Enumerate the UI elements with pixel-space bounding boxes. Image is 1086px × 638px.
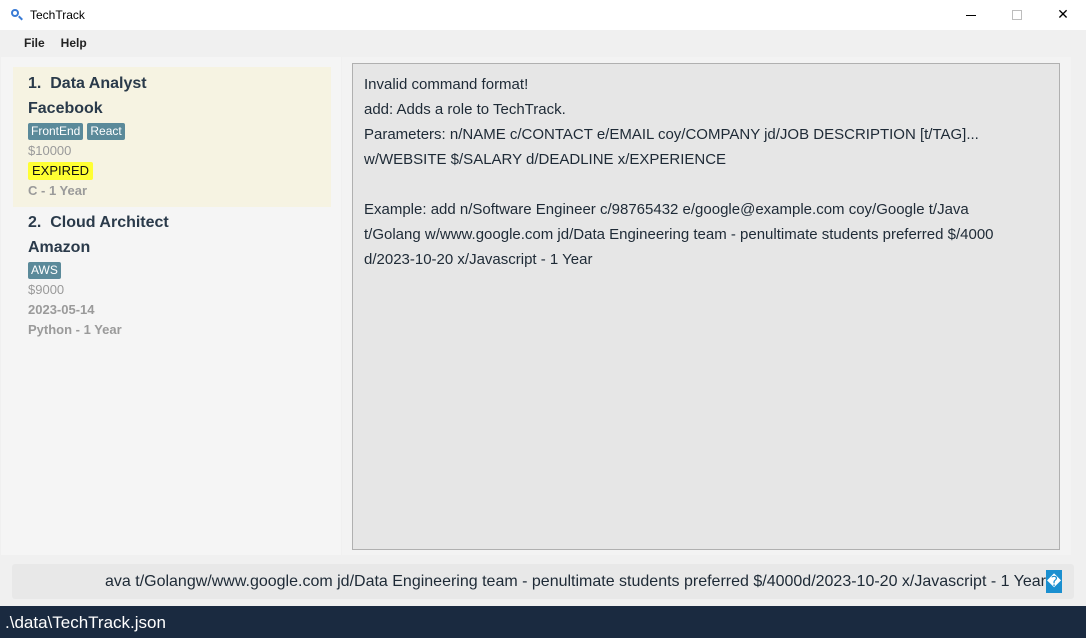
command-input[interactable]: ava t/Golangw/www.google.com jd/Data Eng… (12, 564, 1074, 599)
role-card[interactable]: 2. Cloud Architect Amazon AWS $9000 2023… (13, 206, 331, 346)
result-line: w/WEBSITE $/SALARY d/DEADLINE x/EXPERIEN… (364, 151, 727, 168)
role-company: Amazon (28, 239, 91, 256)
tag-label: React (87, 122, 125, 140)
result-line (364, 172, 1048, 197)
role-salary: $10000 (28, 143, 72, 158)
close-icon: ✕ (1057, 7, 1069, 23)
menu-bar: File Help (0, 30, 1086, 56)
menu-file[interactable]: File (20, 33, 49, 53)
role-tags: FrontEnd React (28, 121, 316, 141)
role-heading: 2. Cloud Architect (28, 212, 316, 237)
role-index: 2. (28, 214, 42, 231)
maximize-icon (1012, 10, 1022, 20)
menu-help[interactable]: Help (57, 33, 91, 53)
role-experience: Python - 1 Year (28, 322, 122, 337)
role-title: Cloud Architect (50, 214, 169, 231)
role-deadline-expired: EXPIRED (28, 162, 94, 180)
role-index: 1. (28, 75, 42, 92)
role-experience: C - 1 Year (28, 183, 88, 198)
role-company: Facebook (28, 100, 103, 117)
title-bar: TechTrack ✕ (0, 0, 1086, 30)
result-line: d/2023-10-20 x/Javascript - 1 Year (364, 251, 593, 268)
window-controls: ✕ (948, 0, 1086, 30)
result-panel: Invalid command format! add: Adds a role… (342, 57, 1071, 555)
role-card[interactable]: 1. Data Analyst Facebook FrontEnd React … (13, 67, 331, 207)
window-title: TechTrack (30, 8, 85, 22)
tag-label: FrontEnd (28, 122, 84, 140)
maximize-button[interactable] (994, 0, 1040, 30)
magnifier-icon (10, 8, 24, 22)
result-line: Example: add n/Software Engineer c/98765… (364, 201, 969, 218)
text-cursor: � (1046, 570, 1062, 593)
result-line: Invalid command format! (364, 76, 529, 93)
role-heading: 1. Data Analyst (28, 73, 316, 98)
minimize-icon (966, 14, 976, 16)
role-list-panel[interactable]: 1. Data Analyst Facebook FrontEnd React … (1, 57, 341, 555)
result-line: Parameters: n/NAME c/CONTACT e/EMAIL coy… (364, 126, 979, 143)
tag-label: AWS (28, 261, 61, 279)
result-line: t/Golang w/www.google.com jd/Data Engine… (364, 226, 994, 243)
role-tags: AWS (28, 260, 316, 280)
minimize-button[interactable] (948, 0, 994, 30)
command-text: ava t/Golangw/www.google.com jd/Data Eng… (105, 573, 1046, 590)
result-display[interactable]: Invalid command format! add: Adds a role… (352, 63, 1060, 550)
close-button[interactable]: ✕ (1040, 0, 1086, 30)
role-title: Data Analyst (50, 75, 147, 92)
status-bar-file-path: .\data\TechTrack.json (0, 606, 1086, 638)
result-line: add: Adds a role to TechTrack. (364, 101, 566, 118)
role-salary: $9000 (28, 282, 65, 297)
role-deadline: 2023-05-14 (28, 302, 95, 317)
